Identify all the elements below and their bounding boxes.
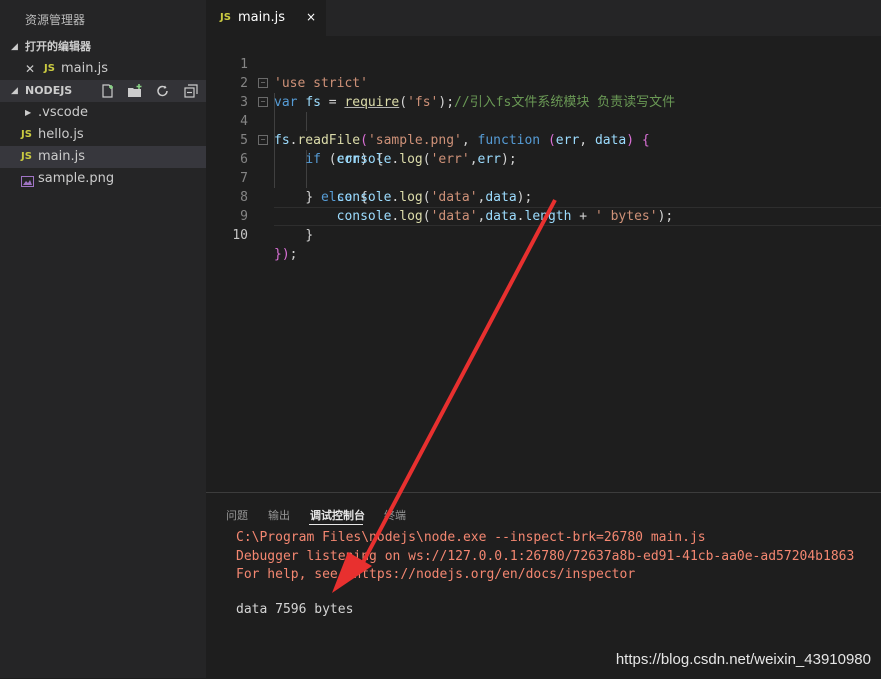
watermark: https://blog.csdn.net/weixin_43910980 [615, 651, 871, 668]
annotation-arrow [332, 199, 557, 593]
arrow-shaft [358, 199, 557, 569]
